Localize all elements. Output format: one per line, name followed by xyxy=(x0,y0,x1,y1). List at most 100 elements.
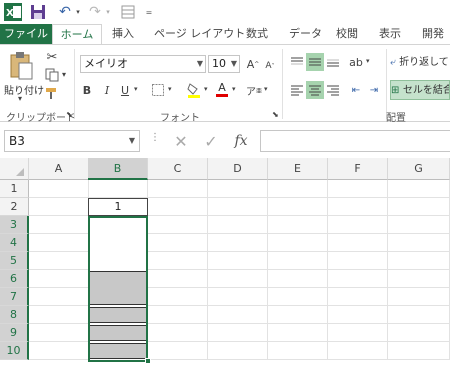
row-header-7[interactable]: 7 xyxy=(0,288,29,306)
cell-d6[interactable] xyxy=(208,270,268,288)
phonetic-dropdown-icon[interactable]: ▾ xyxy=(264,85,268,93)
cell-f10[interactable] xyxy=(328,342,388,360)
tab-page-layout[interactable]: ページ レイアウト xyxy=(154,24,245,44)
cell-g6[interactable] xyxy=(388,270,450,288)
cell-g5[interactable] xyxy=(388,252,450,270)
cell-e9[interactable] xyxy=(268,324,328,342)
tab-file[interactable]: ファイル xyxy=(0,24,52,44)
chevron-down-icon[interactable]: ▼ xyxy=(129,131,135,151)
row-header-10[interactable]: 10 xyxy=(0,342,29,360)
cell-c3[interactable] xyxy=(148,216,208,234)
column-header-e[interactable]: E xyxy=(268,158,328,180)
cell-e7[interactable] xyxy=(268,288,328,306)
bold-icon[interactable]: B xyxy=(80,81,94,99)
align-middle-icon[interactable] xyxy=(306,53,324,71)
cell-e10[interactable] xyxy=(268,342,328,360)
cell-c1[interactable] xyxy=(148,180,208,198)
cell-f8[interactable] xyxy=(328,306,388,324)
cancel-icon[interactable]: ✕ xyxy=(170,130,192,152)
row-header-3[interactable]: 3 xyxy=(0,216,29,234)
cell-g4[interactable] xyxy=(388,234,450,252)
cell-c7[interactable] xyxy=(148,288,208,306)
cell-b1[interactable] xyxy=(88,180,148,198)
copy-dropdown-icon[interactable]: ▾ xyxy=(62,70,66,79)
tab-review[interactable]: 校閲 xyxy=(336,24,358,44)
align-top-icon[interactable] xyxy=(288,53,306,71)
paste-dropdown-icon[interactable]: ▾ xyxy=(18,94,22,103)
cut-icon[interactable]: ✂ xyxy=(44,49,60,65)
redo-icon[interactable]: ↷ xyxy=(86,4,104,20)
cell-d4[interactable] xyxy=(208,234,268,252)
undo-icon[interactable]: ↶ xyxy=(56,4,74,20)
save-icon[interactable] xyxy=(30,4,46,20)
orientation-dropdown-icon[interactable]: ▾ xyxy=(366,57,370,65)
cell-c4[interactable] xyxy=(148,234,208,252)
align-bottom-icon[interactable] xyxy=(324,53,342,71)
column-header-g[interactable]: G xyxy=(388,158,450,180)
fill-dropdown-icon[interactable]: ▾ xyxy=(204,85,208,93)
tab-view[interactable]: 表示 xyxy=(379,24,401,44)
cell-e5[interactable] xyxy=(268,252,328,270)
cell-b2-value[interactable]: 1 xyxy=(88,198,148,216)
name-box[interactable]: B3 ▼ xyxy=(4,130,140,152)
cell-g7[interactable] xyxy=(388,288,450,306)
cell-a10[interactable] xyxy=(29,342,89,360)
paste-icon[interactable] xyxy=(8,51,34,81)
cell-g10[interactable] xyxy=(388,342,450,360)
cell-e3[interactable] xyxy=(268,216,328,234)
increase-indent-icon[interactable]: ⇥ xyxy=(366,81,382,99)
cell-g8[interactable] xyxy=(388,306,450,324)
enter-icon[interactable]: ✓ xyxy=(200,130,222,152)
row-header-8[interactable]: 8 xyxy=(0,306,29,324)
cell-a9[interactable] xyxy=(29,324,89,342)
tab-formulas[interactable]: 数式 xyxy=(246,24,268,44)
cell-a3[interactable] xyxy=(29,216,89,234)
cell-f7[interactable] xyxy=(328,288,388,306)
cell-g1[interactable] xyxy=(388,180,450,198)
cell-a5[interactable] xyxy=(29,252,89,270)
cell-f1[interactable] xyxy=(328,180,388,198)
cell-d10[interactable] xyxy=(208,342,268,360)
cell-a6[interactable] xyxy=(29,270,89,288)
border-dropdown-icon[interactable]: ▾ xyxy=(168,85,172,93)
cell-e4[interactable] xyxy=(268,234,328,252)
italic-icon[interactable]: I xyxy=(100,81,114,99)
cell-d5[interactable] xyxy=(208,252,268,270)
cell-f6[interactable] xyxy=(328,270,388,288)
underline-dropdown-icon[interactable]: ▾ xyxy=(134,85,138,93)
format-painter-icon[interactable] xyxy=(44,85,60,101)
increase-font-icon[interactable]: A ^ xyxy=(246,55,260,73)
cell-a7[interactable] xyxy=(29,288,89,306)
tab-insert[interactable]: 挿入 xyxy=(112,24,134,44)
decrease-font-icon[interactable]: A ˅ xyxy=(264,57,276,75)
cell-c6[interactable] xyxy=(148,270,208,288)
cell-d9[interactable] xyxy=(208,324,268,342)
cell-f4[interactable] xyxy=(328,234,388,252)
cell-f5[interactable] xyxy=(328,252,388,270)
font-color-icon[interactable]: A xyxy=(214,79,230,99)
cell-c8[interactable] xyxy=(148,306,208,324)
border-icon[interactable] xyxy=(150,81,166,99)
cell-a2[interactable] xyxy=(29,198,89,216)
cell-c9[interactable] xyxy=(148,324,208,342)
cell-d1[interactable] xyxy=(208,180,268,198)
cell-d8[interactable] xyxy=(208,306,268,324)
paste-button-label[interactable]: 貼り付け xyxy=(4,82,44,97)
cell-e2[interactable] xyxy=(268,198,328,216)
font-launcher-icon[interactable]: ⬊ xyxy=(272,110,279,119)
cell-f9[interactable] xyxy=(328,324,388,342)
wrap-text-button[interactable]: ⤶ 折り返して xyxy=(390,53,449,71)
cell-e8[interactable] xyxy=(268,306,328,324)
tab-data[interactable]: データ xyxy=(289,24,322,44)
cell-c5[interactable] xyxy=(148,252,208,270)
cell-f3[interactable] xyxy=(328,216,388,234)
column-header-c[interactable]: C xyxy=(148,158,208,180)
column-header-f[interactable]: F xyxy=(328,158,388,180)
cell-f2[interactable] xyxy=(328,198,388,216)
cell-e1[interactable] xyxy=(268,180,328,198)
column-header-b[interactable]: B xyxy=(88,158,148,180)
cell-a1[interactable] xyxy=(29,180,89,198)
cell-g3[interactable] xyxy=(388,216,450,234)
row-header-9[interactable]: 9 xyxy=(0,324,29,342)
cell-d2[interactable] xyxy=(208,198,268,216)
